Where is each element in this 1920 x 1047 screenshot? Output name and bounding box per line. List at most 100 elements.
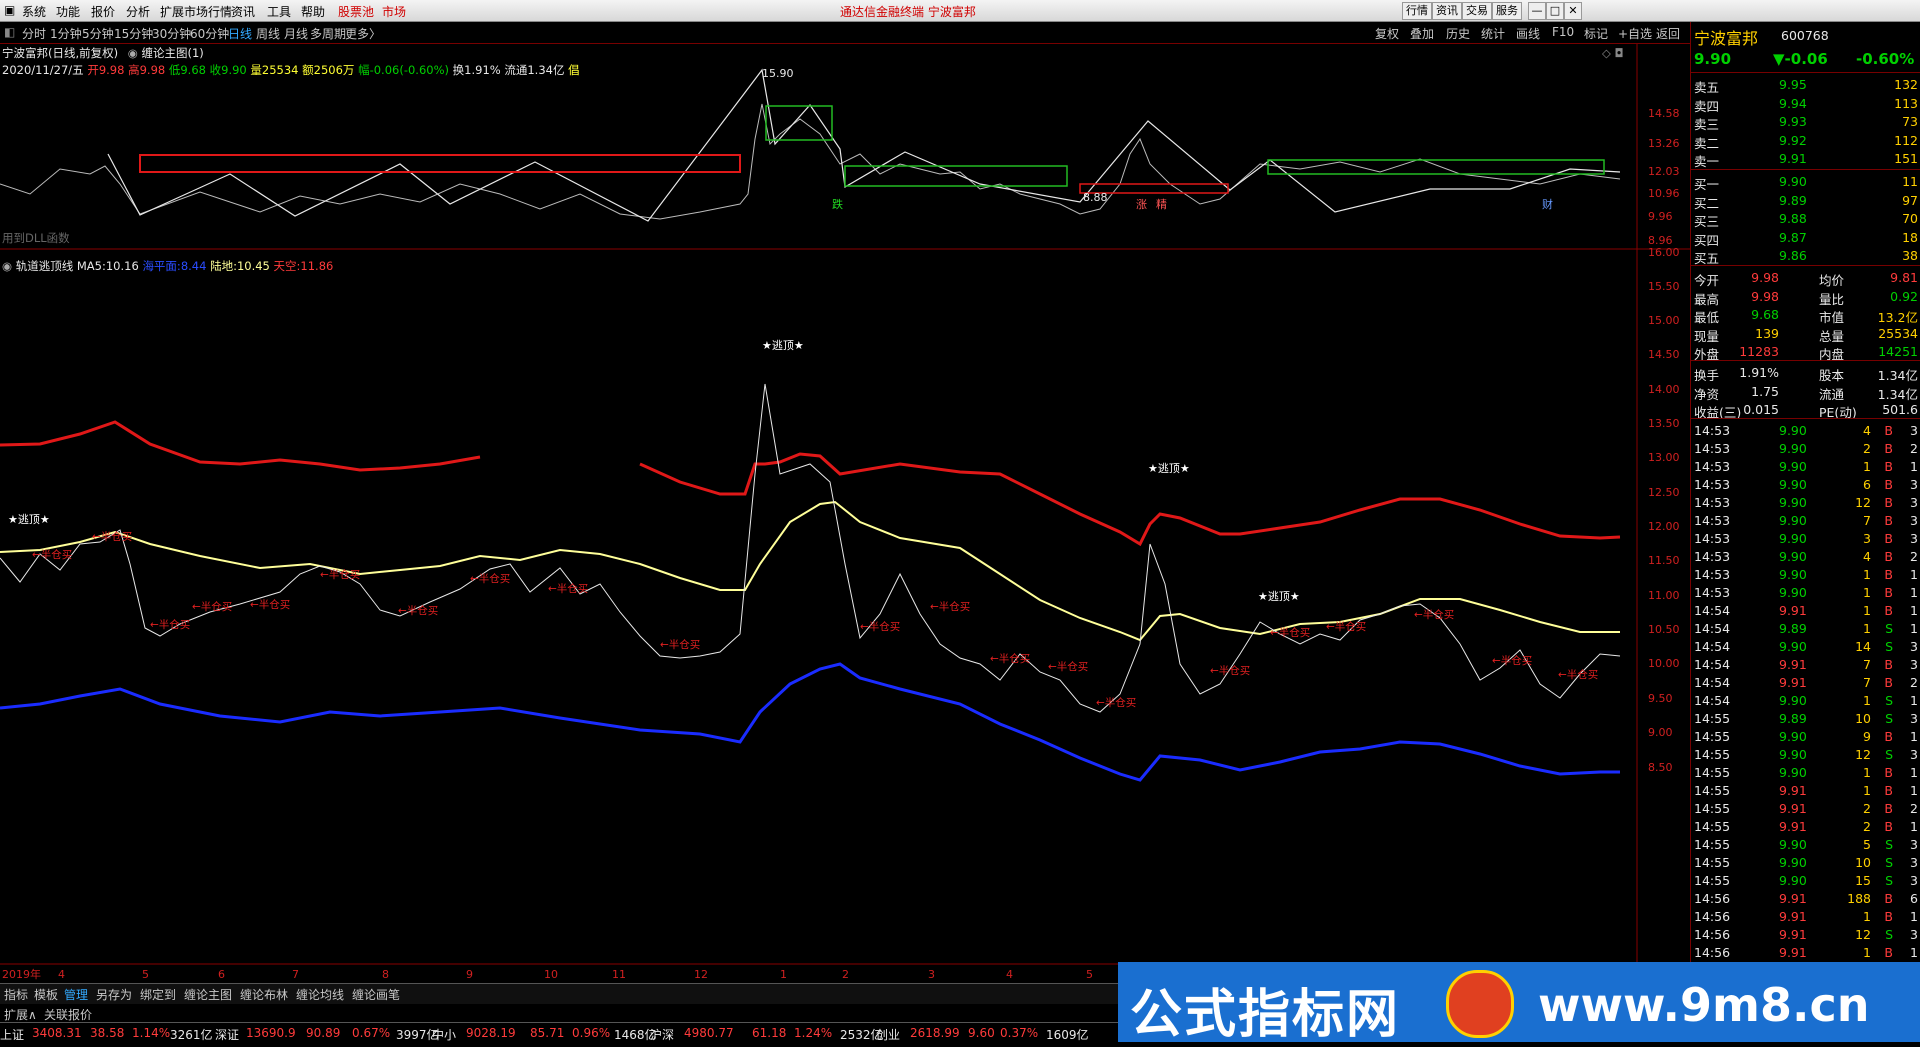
maximize-icon[interactable]: □ — [1546, 2, 1564, 20]
tab-save-as[interactable]: 另存为 — [96, 986, 132, 1003]
menu-market[interactable]: 市场 — [382, 3, 406, 20]
bid-row[interactable]: 买三 9.88 70 — [1691, 210, 1920, 229]
menu-help[interactable]: 帮助 — [301, 3, 325, 20]
close-icon[interactable]: ✕ — [1564, 2, 1582, 20]
tab-chan-pen[interactable]: 缠论画笔 — [352, 986, 400, 1003]
period-15min[interactable]: 15分钟 — [114, 25, 153, 42]
tick-count: 3 — [1910, 639, 1918, 654]
period-5min[interactable]: 5分钟 — [82, 25, 114, 42]
tool-overlay[interactable]: 叠加 — [1410, 25, 1434, 42]
panel-toggle-icon[interactable]: ◧ — [4, 25, 15, 39]
land-line — [0, 500, 1620, 642]
minimize-icon[interactable]: — — [1528, 2, 1546, 20]
tick-time: 14:55 — [1694, 837, 1731, 852]
btn-service[interactable]: 服务 — [1492, 2, 1522, 20]
quote-panel: 宁波富邦 600768 9.90 ▼-0.06 -0.60% 卖五 9.95 132… — [1690, 22, 1920, 982]
tick-time: 14:55 — [1694, 729, 1731, 744]
tab-indicator[interactable]: 指标 — [4, 986, 28, 1003]
tick-volume: 12 — [1855, 927, 1871, 942]
x-tick: 4 — [58, 968, 65, 981]
tick-row: 14:56 9.91 12 S 3 — [1691, 926, 1920, 944]
period-monthly[interactable]: 月线 — [284, 25, 308, 42]
period-multi[interactable]: 多周期 — [310, 25, 346, 42]
ask-row[interactable]: 卖五 9.95 132 — [1691, 76, 1920, 95]
menu-stock-pool[interactable]: 股票池 — [338, 3, 374, 20]
tab-manage[interactable]: 管理 — [64, 986, 88, 1003]
sub-y-tick: 15.00 — [1648, 314, 1680, 327]
stat-value: 14251 — [1878, 344, 1918, 359]
tab-template[interactable]: 模板 — [34, 986, 58, 1003]
tick-price: 9.90 — [1779, 729, 1807, 744]
tab-chan-main[interactable]: 缠论主图 — [184, 986, 232, 1003]
tick-price: 9.90 — [1779, 495, 1807, 510]
btn-quote[interactable]: 行情 — [1402, 2, 1432, 20]
app-icon[interactable]: ▣ — [4, 3, 15, 17]
linked-quote-link[interactable]: 关联报价 — [44, 1006, 92, 1023]
sub-y-tick: 10.00 — [1648, 657, 1680, 670]
btn-info[interactable]: 资讯 — [1432, 2, 1462, 20]
menu-tools[interactable]: 工具 — [267, 3, 291, 20]
tick-count: 3 — [1910, 873, 1918, 888]
tool-restore-rights[interactable]: 复权 — [1375, 25, 1399, 42]
index-value: 2618.99 — [910, 1026, 960, 1040]
period-more[interactable]: 更多〉 — [345, 25, 381, 42]
period-weekly[interactable]: 周线 — [256, 25, 280, 42]
index-name[interactable]: 沪深 — [650, 1026, 674, 1043]
tick-volume: 7 — [1863, 675, 1871, 690]
tick-volume: 4 — [1863, 423, 1871, 438]
index-name[interactable]: 创业 — [876, 1026, 900, 1043]
tab-chan-ma[interactable]: 缠论均线 — [296, 986, 344, 1003]
ask-price: 9.93 — [1779, 114, 1807, 129]
kline-chart[interactable]: 14.58 13.26 12.03 10.96 9.96 8.96 15.90 … — [0, 44, 1690, 982]
main-y-tick: 13.26 — [1648, 137, 1680, 150]
tool-draw[interactable]: 画线 — [1516, 25, 1540, 42]
period-1min[interactable]: 1分钟 — [50, 25, 82, 42]
tick-row: 14:54 9.90 1 S 1 — [1691, 692, 1920, 710]
menu-info[interactable]: 资讯 — [231, 3, 255, 20]
tool-back[interactable]: 返回 — [1656, 25, 1680, 42]
bid-row[interactable]: 买一 9.90 11 — [1691, 173, 1920, 192]
extension-toggle[interactable]: 扩展∧ — [4, 1006, 37, 1023]
divider — [1691, 72, 1920, 73]
btn-trade[interactable]: 交易 — [1462, 2, 1492, 20]
tab-chan-boll[interactable]: 缠论布林 — [240, 986, 288, 1003]
period-minute[interactable]: 分时 — [22, 25, 46, 42]
period-60min[interactable]: 60分钟 — [190, 25, 229, 42]
bid-row[interactable]: 买二 9.89 97 — [1691, 192, 1920, 211]
tick-time: 14:53 — [1694, 549, 1731, 564]
tick-count: 3 — [1910, 927, 1918, 942]
tab-bind-to[interactable]: 绑定到 — [140, 986, 176, 1003]
ask-row[interactable]: 卖一 9.91 151 — [1691, 150, 1920, 169]
ask-row[interactable]: 卖三 9.93 73 — [1691, 113, 1920, 132]
menu-ext-market[interactable]: 扩展市场行情 — [160, 3, 232, 20]
tool-stats[interactable]: 统计 — [1481, 25, 1505, 42]
tick-row: 14:55 9.89 10 S 3 — [1691, 710, 1920, 728]
ask-row[interactable]: 卖二 9.92 112 — [1691, 132, 1920, 151]
index-name[interactable]: 中小 — [432, 1026, 456, 1043]
menu-analysis[interactable]: 分析 — [126, 3, 150, 20]
sea-line — [0, 662, 1620, 782]
period-30min[interactable]: 30分钟 — [152, 25, 191, 42]
tool-f10[interactable]: F10 — [1552, 25, 1574, 39]
tool-add-watch[interactable]: +自选 — [1618, 25, 1652, 42]
low-point-label: 8.88 — [1083, 191, 1108, 204]
x-tick: 8 — [382, 968, 389, 981]
period-daily[interactable]: 日线 — [228, 25, 252, 42]
tool-history[interactable]: 历史 — [1446, 25, 1470, 42]
tool-mark[interactable]: 标记 — [1584, 25, 1608, 42]
ask-row[interactable]: 卖四 9.94 113 — [1691, 95, 1920, 114]
tick-time: 14:55 — [1694, 711, 1731, 726]
menu-system[interactable]: 系统 — [22, 3, 46, 20]
bid-row[interactable]: 买四 9.87 18 — [1691, 229, 1920, 248]
index-name[interactable]: 深证 — [215, 1026, 239, 1043]
menu-function[interactable]: 功能 — [56, 3, 80, 20]
bid-row[interactable]: 买五 9.86 38 — [1691, 247, 1920, 266]
stat-row: 净资 1.75 流通 1.34亿 — [1691, 383, 1920, 402]
menu-quote[interactable]: 报价 — [91, 3, 115, 20]
divider — [1691, 169, 1920, 170]
stat-label: 股本 — [1819, 368, 1845, 383]
bid-label: 买四 — [1694, 232, 1720, 248]
tick-direction: B — [1884, 675, 1893, 690]
index-name[interactable]: 上证 — [0, 1026, 24, 1043]
ask-price: 9.91 — [1779, 151, 1807, 166]
